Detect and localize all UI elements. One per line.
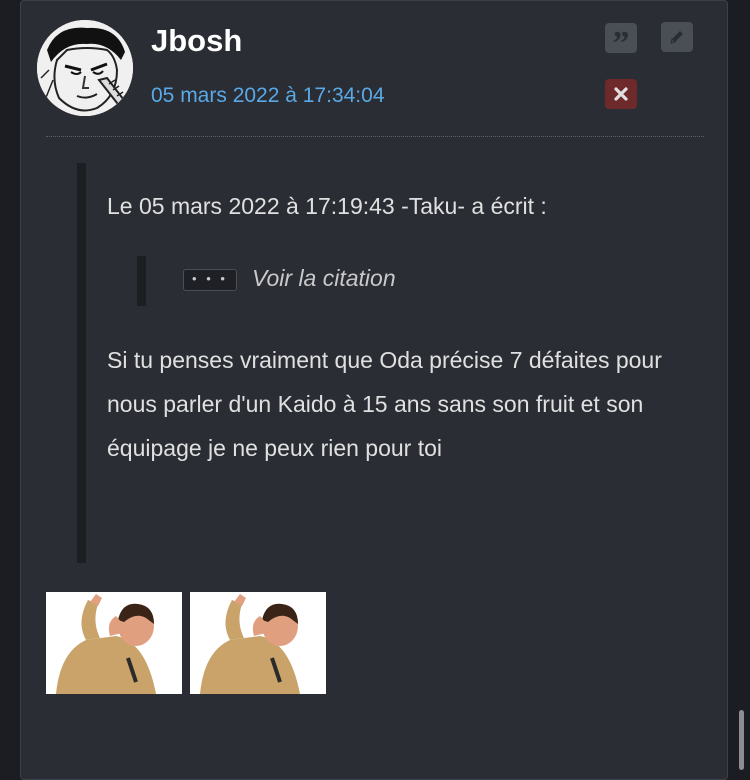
quote-header: Le 05 mars 2022 à 17:19:43 -Taku- a écri…: [107, 193, 547, 219]
quote-bar: [77, 163, 86, 563]
forum-post: Jbosh 05 mars 2022 à 17:34:04 ” Le 05 ma…: [20, 0, 728, 780]
post-author[interactable]: Jbosh: [151, 23, 242, 59]
post-date[interactable]: 05 mars 2022 à 17:34:04: [151, 84, 385, 108]
show-quote-link[interactable]: Voir la citation: [252, 265, 396, 292]
quote-body: Si tu penses vraiment que Oda précise 7 …: [107, 347, 662, 461]
header-divider: [46, 136, 704, 137]
nested-quote: • • • Voir la citation: [137, 256, 497, 308]
sticker-image[interactable]: [46, 592, 182, 694]
nested-quote-bar: [137, 256, 146, 306]
quote-block: Le 05 mars 2022 à 17:19:43 -Taku- a écri…: [77, 163, 677, 563]
close-icon: [614, 87, 628, 101]
delete-button[interactable]: [605, 79, 637, 109]
sticker-row: [46, 592, 326, 694]
sticker-image[interactable]: [190, 592, 326, 694]
quote-button[interactable]: ”: [605, 23, 637, 61]
pencil-icon: [670, 31, 683, 44]
scrollbar-thumb[interactable]: [739, 710, 744, 770]
expand-quote-button[interactable]: • • •: [183, 269, 237, 291]
edit-button[interactable]: [661, 22, 693, 52]
avatar[interactable]: [37, 20, 133, 116]
quote-icon: ”: [612, 25, 630, 62]
